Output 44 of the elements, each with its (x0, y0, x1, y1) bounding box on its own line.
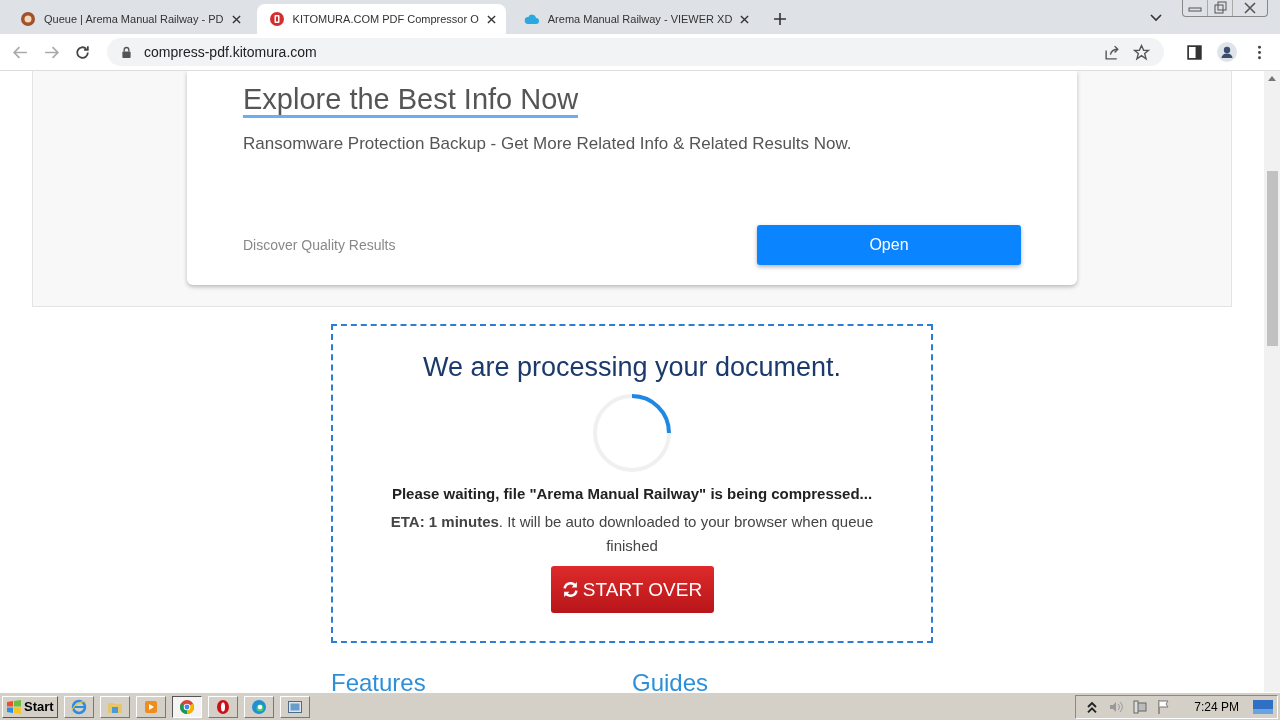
tab-title: Arema Manual Railway - VIEWER XD (547, 13, 733, 25)
ad-title[interactable]: Explore the Best Info Now (243, 83, 579, 118)
refresh-icon (561, 581, 579, 598)
close-icon[interactable] (486, 14, 496, 24)
address-field[interactable]: compress-pdf.kitomura.com (107, 38, 1164, 66)
tab-title: KITOMURA.COM PDF Compressor O (292, 13, 479, 25)
taskbar-app[interactable] (171, 695, 202, 718)
show-desktop-icon[interactable] (1253, 698, 1273, 715)
section-heading: Guides (632, 669, 710, 692)
eta-text: ETA: 1 minutes. It will be auto downloaded to your browser when queue finished (389, 512, 875, 556)
reload-icon[interactable] (74, 43, 91, 61)
ad-description: Ransomware Protection Backup - Get More Related Info & Related Results Now. (243, 134, 853, 154)
tab-title: Queue | Arema Manual Railway - PD (44, 13, 224, 25)
windows-logo-icon (6, 698, 22, 715)
scroll-up-icon[interactable] (1268, 76, 1276, 81)
browser-e-icon (70, 698, 87, 715)
start-over-button[interactable]: START OVER (550, 566, 714, 613)
ad-footer-text: Discover Quality Results (243, 237, 396, 253)
lock-icon (121, 45, 132, 59)
open-button[interactable]: Open (757, 225, 1021, 265)
section-heading: Features (331, 669, 427, 692)
browser-tab[interactable]: Arema Manual Railway - VIEWER XD (511, 4, 760, 34)
processing-title: We are processing your document. (422, 352, 842, 383)
chevron-down-icon[interactable] (1150, 14, 1162, 22)
close-icon[interactable] (231, 14, 241, 24)
browser-tab[interactable]: KITOMURA.COM PDF Compressor O (256, 4, 506, 34)
star-icon[interactable] (1133, 43, 1150, 61)
spinner-icon (592, 393, 672, 473)
network-icon[interactable] (1132, 698, 1149, 715)
edge-icon (250, 698, 267, 715)
processing-message: Please waiting, file "Arema Manual Railway" is being compressed... (391, 485, 873, 502)
new-tab-icon[interactable] (773, 12, 788, 26)
side-panel-icon[interactable] (1186, 43, 1203, 61)
play-icon (142, 698, 159, 715)
opera-icon (214, 698, 231, 715)
close-icon[interactable] (740, 14, 750, 24)
share-icon[interactable] (1104, 43, 1121, 61)
chrome-icon (178, 698, 195, 715)
profile-icon[interactable] (1217, 42, 1237, 62)
scrollbar-thumb[interactable] (1266, 171, 1278, 346)
clock: 7:24 PM (1194, 699, 1239, 714)
monitor-icon (286, 698, 303, 715)
browser-tab[interactable]: Queue | Arema Manual Railway - PD (8, 4, 251, 34)
start-button[interactable]: Start (2, 695, 58, 718)
